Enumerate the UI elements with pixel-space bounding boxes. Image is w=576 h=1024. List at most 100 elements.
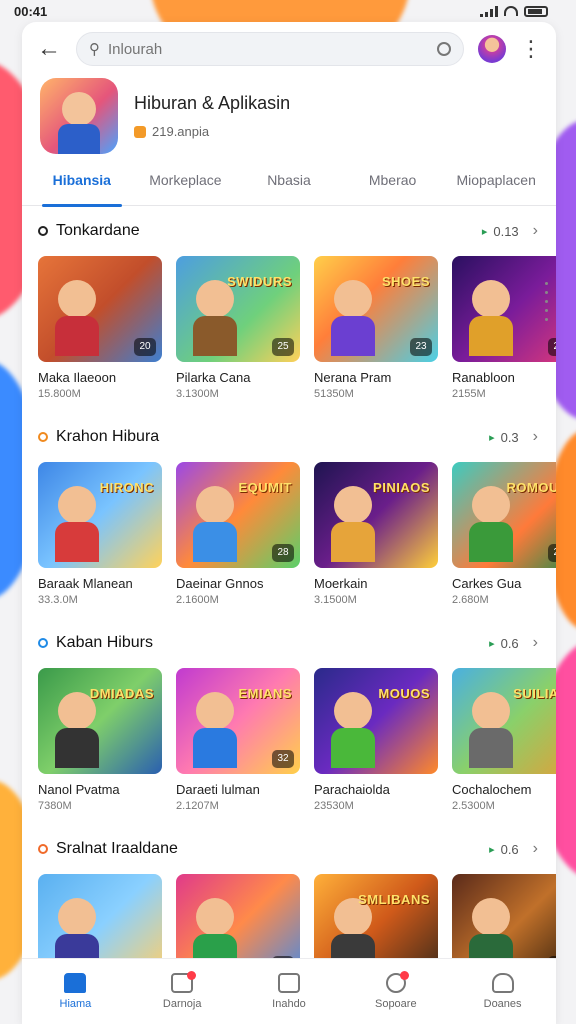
app-name: Baraak Mlanean [38, 576, 133, 591]
app-size: 3.1300M [176, 388, 219, 400]
back-arrow-icon[interactable]: ← [36, 35, 62, 63]
section-header[interactable]: Kaban Hiburs ▸ 0.6 › [38, 632, 556, 654]
section-more[interactable]: ▸ 0.6 › [489, 840, 538, 858]
nav-item-4[interactable]: Doanes [449, 959, 556, 1024]
avatar[interactable] [478, 35, 506, 63]
game-logo: SWIDURS [227, 274, 292, 289]
app-thumbnail[interactable]: EMIANS 32 [176, 668, 300, 774]
section-0: Tonkardane ▸ 0.13 › 20 Maka Ilaeoon 15.800M SWI… [22, 206, 556, 412]
play-icon: ▸ [481, 225, 488, 238]
section-header[interactable]: Tonkardane ▸ 0.13 › [38, 220, 556, 242]
app-size: 23530M [314, 800, 354, 812]
game-logo: MOUOS [378, 686, 430, 701]
score-badge: 32 [272, 750, 294, 768]
app-thumbnail[interactable]: EQUMIT 28 [176, 462, 300, 568]
nav-label: Sopoare [374, 998, 417, 1010]
app-size: 2.680M [452, 594, 489, 606]
app-tile[interactable]: MOUOS Parachaiolda 23530M [314, 668, 438, 812]
nav-item-1[interactable]: Darnoja [129, 959, 236, 1024]
score-badge: 28 [272, 544, 294, 562]
app-thumbnail[interactable]: 22 [452, 256, 556, 362]
character-body [55, 522, 99, 562]
search-icon: ⚲ [89, 41, 100, 58]
section-more[interactable]: ▸ 0.3 › [489, 428, 538, 446]
app-thumbnail[interactable]: SUILIAS [452, 668, 556, 774]
app-name: Carkes Gua [452, 576, 522, 591]
character-head [334, 486, 372, 524]
section-dot-icon [38, 432, 48, 442]
search-input[interactable] [108, 40, 429, 58]
app-tile[interactable]: SWIDURS 25 Pilarka Cana 3.1300M [176, 256, 300, 400]
play-icon: ▸ [489, 431, 495, 444]
app-tile[interactable]: PINIAOS Moerkain 3.1500M [314, 462, 438, 606]
app-name: Ranabloon [452, 370, 515, 385]
section-dot-icon [38, 638, 48, 648]
app-size: 3.1500M [314, 594, 357, 606]
app-name: Nerana Pram [314, 370, 392, 385]
app-size: 33.3.0M [38, 594, 78, 606]
nav-item-2[interactable]: Inahdo [236, 959, 343, 1024]
apps-icon [171, 971, 197, 993]
app-thumbnail[interactable]: DMIADAS [38, 668, 162, 774]
app-thumbnail[interactable]: HIRONC [38, 462, 162, 568]
app-tile[interactable]: DMIADAS Nanol Pvatma 7380M [38, 668, 162, 812]
character-head [58, 486, 96, 524]
character-body [193, 316, 237, 356]
game-logo: EMIANS [238, 686, 292, 701]
voice-icon[interactable] [437, 42, 451, 56]
app-tile[interactable]: EQUMIT 28 Daeinar Gnnos 2.1600M [176, 462, 300, 606]
app-size: 7380M [38, 800, 72, 812]
app-thumbnail[interactable]: SWIDURS 25 [176, 256, 300, 362]
app-thumbnail[interactable]: PINIAOS [314, 462, 438, 568]
game-logo: SHOES [381, 274, 430, 289]
tab-4[interactable]: Miopaplacen [444, 156, 548, 206]
section-more-count: 0.6 [500, 635, 519, 651]
app-thumbnail[interactable]: ROMOUS 23 [452, 462, 556, 568]
note-icon [277, 973, 300, 993]
section-dot-icon [38, 844, 48, 854]
tab-1[interactable]: Morkeplace [134, 156, 238, 206]
notification-dot [187, 971, 197, 980]
section-more[interactable]: ▸ 0.6 › [489, 634, 538, 652]
app-tile[interactable]: 22 Ranabloon 2155M [452, 256, 556, 400]
app-thumbnail[interactable]: MOUOS [314, 668, 438, 774]
search-icon [385, 971, 409, 993]
app-thumbnail[interactable]: SHOES 23 [314, 256, 438, 362]
section-more[interactable]: ▸ 0.13 › [482, 222, 538, 240]
app-name: Daraeti lulman [176, 782, 260, 797]
nav-item-0[interactable]: Hiama [22, 959, 129, 1024]
tab-2[interactable]: Nbasia [237, 156, 341, 206]
app-tile[interactable]: HIRONC Baraak Mlanean 33.3.0M [38, 462, 162, 606]
character-head [334, 280, 372, 318]
play-icon: ▸ [489, 843, 495, 856]
tab-3[interactable]: Mberao [341, 156, 445, 206]
app-size: 2155M [452, 388, 486, 400]
top-bar: ← ⚲ ⋮ [22, 22, 556, 76]
section-1: Krahon Hibura ▸ 0.3 › HIRONC Baraak Mlanean 33… [22, 412, 556, 618]
character-head [334, 692, 372, 730]
nav-label: Hiama [59, 998, 92, 1010]
more-vertical-icon[interactable]: ⋮ [520, 38, 542, 60]
app-size: 2.1600M [176, 594, 219, 606]
chevron-right-icon: › [532, 428, 538, 445]
score-badge: 23 [410, 338, 432, 356]
app-header: Hiburan & Aplikasin 219.anpia [22, 76, 556, 156]
section-header[interactable]: Sralnat Iraaldane ▸ 0.6 › [38, 838, 556, 860]
nav-item-3[interactable]: Sopoare [342, 959, 449, 1024]
main-card: ← ⚲ ⋮ Hiburan & Aplikasin 219.anpia Hiba… [22, 22, 556, 1024]
section-header[interactable]: Krahon Hibura ▸ 0.3 › [38, 426, 556, 448]
app-size: 51350M [314, 388, 354, 400]
section-more-count: 0.13 [493, 223, 519, 239]
app-tile[interactable]: EMIANS 32 Daraeti lulman 2.1207M [176, 668, 300, 812]
app-tile[interactable]: ROMOUS 23 Carkes Gua 2.680M [452, 462, 556, 606]
tab-0[interactable]: Hibansia [30, 156, 134, 207]
character-head [472, 898, 510, 936]
app-name: Moerkain [314, 576, 368, 591]
tile-row: HIRONC Baraak Mlanean 33.3.0M EQUMIT 28 Daein… [38, 462, 556, 606]
app-tile[interactable]: 20 Maka Ilaeoon 15.800M [38, 256, 162, 400]
app-tile[interactable]: SHOES 23 Nerana Pram 51350M [314, 256, 438, 400]
app-name: Cochalochem [452, 782, 532, 797]
app-tile[interactable]: SUILIAS Cochalochem 2.5300M [452, 668, 556, 812]
app-thumbnail[interactable]: 20 [38, 256, 162, 362]
search-bar[interactable]: ⚲ [76, 32, 464, 66]
